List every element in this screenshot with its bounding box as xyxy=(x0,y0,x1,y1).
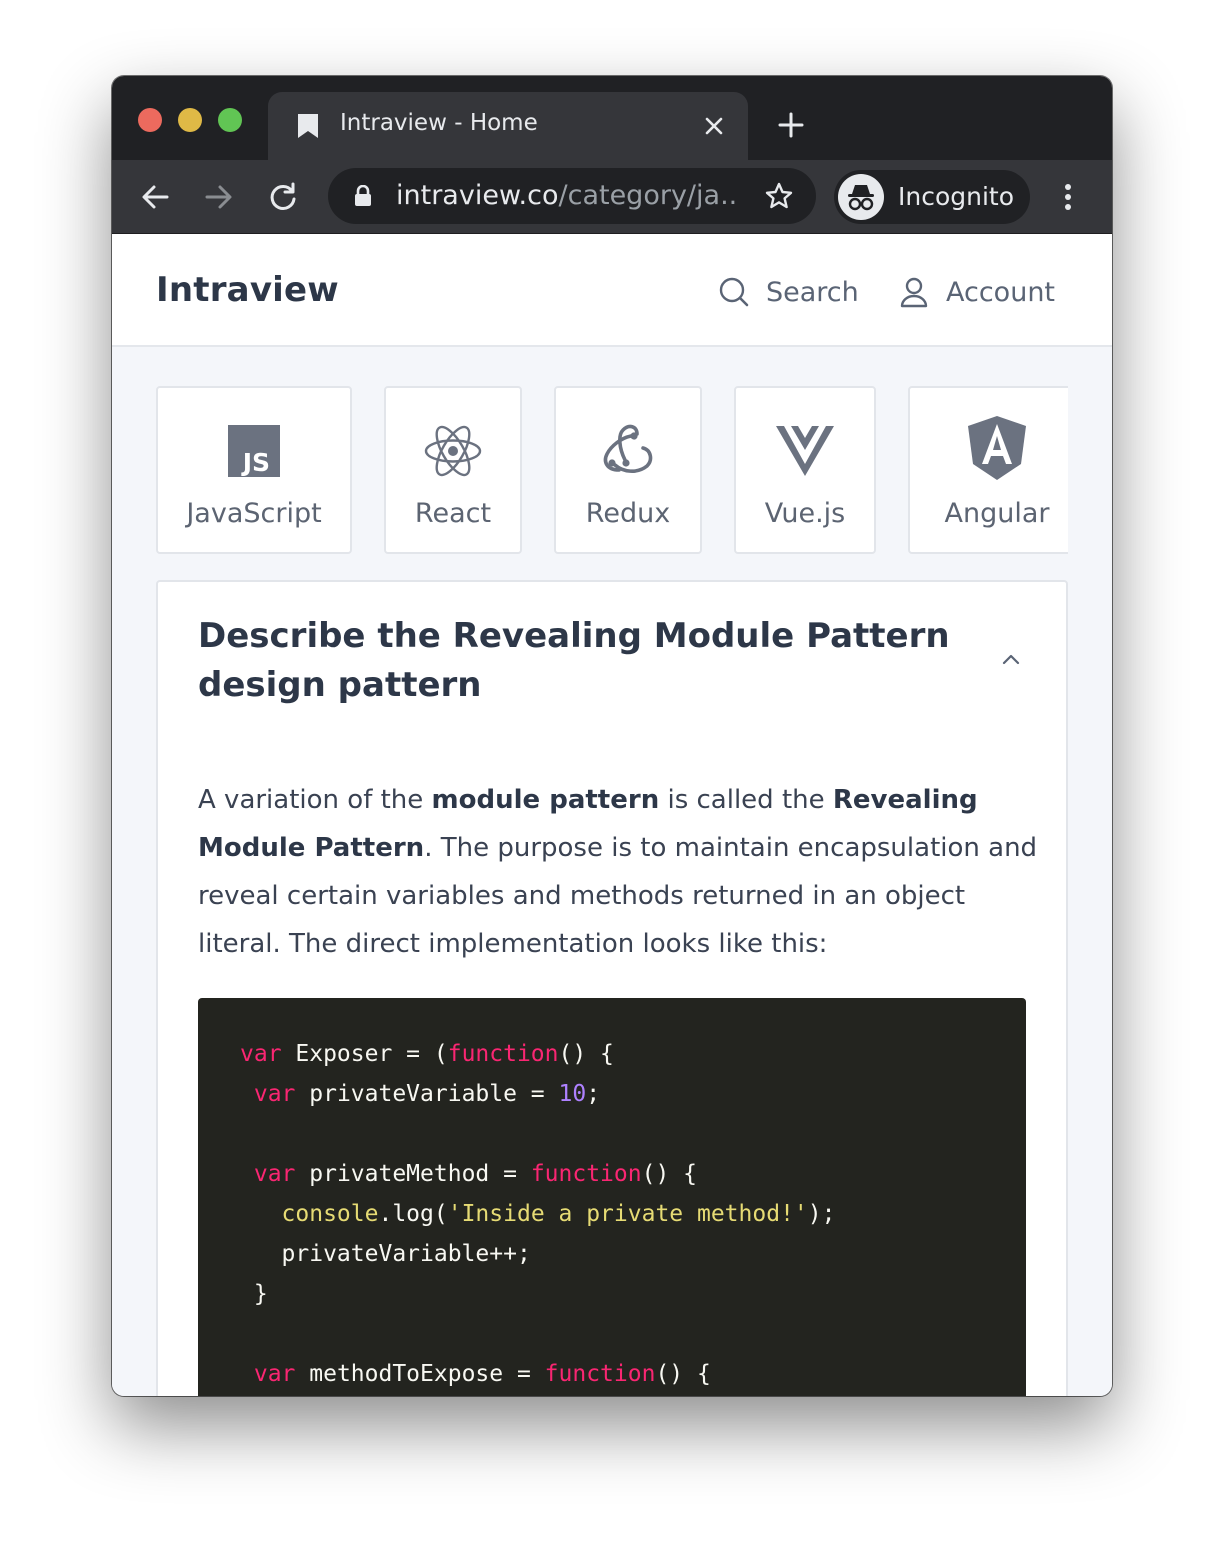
tab-title: Intraview - Home xyxy=(340,110,538,136)
url-text: intraview.co/category/ja... xyxy=(396,180,740,211)
angular-icon xyxy=(968,416,1026,480)
category-label: Redux xyxy=(585,498,671,529)
minimize-window-button[interactable] xyxy=(178,108,202,132)
reload-icon[interactable] xyxy=(268,182,298,212)
redux-icon xyxy=(603,424,653,473)
site-logo[interactable]: Intraview xyxy=(156,270,339,310)
category-redux[interactable]: Redux xyxy=(554,386,702,554)
code-line: console.log('Inside a private method!'); xyxy=(281,1201,836,1227)
answer-text: A variation of the module pattern is cal… xyxy=(198,785,1038,959)
code-line: } xyxy=(240,1281,268,1307)
tab-strip: Intraview - Home xyxy=(112,76,1112,160)
code-line: var Exposer = (function() { xyxy=(240,1041,614,1067)
incognito-avatar xyxy=(838,174,884,220)
javascript-icon: JS xyxy=(228,425,280,477)
svg-text:JS: JS xyxy=(241,448,270,477)
search-icon xyxy=(719,277,749,307)
incognito-profile-button[interactable]: Incognito xyxy=(834,170,1030,224)
react-icon xyxy=(424,425,482,477)
incognito-icon xyxy=(848,185,874,211)
category-vuejs[interactable]: Vue.js xyxy=(734,386,876,554)
address-bar[interactable]: intraview.co/category/ja... xyxy=(328,168,816,224)
category-react[interactable]: React xyxy=(384,386,522,554)
active-tab[interactable]: Intraview - Home xyxy=(268,92,748,160)
vuejs-icon xyxy=(776,426,834,476)
bookmark-star-icon[interactable] xyxy=(764,181,794,211)
code-line: privateVariable++; xyxy=(240,1241,531,1267)
category-label: Angular xyxy=(944,498,1050,529)
chevron-up-icon[interactable] xyxy=(1000,648,1022,670)
search-link[interactable]: Search xyxy=(718,272,859,312)
category-label: Vue.js xyxy=(764,498,846,529)
category-label: React xyxy=(414,498,492,529)
category-javascript[interactable]: JS JavaScript xyxy=(156,386,352,554)
back-icon[interactable] xyxy=(140,182,170,212)
code-line: var privateVariable = 10; xyxy=(253,1081,601,1107)
site-header: Intraview Search Account xyxy=(112,234,1112,347)
category-angular[interactable]: Angular xyxy=(908,386,1068,554)
new-tab-icon[interactable] xyxy=(778,112,804,138)
bookmark-icon xyxy=(298,114,318,138)
user-icon xyxy=(900,277,928,308)
close-window-button[interactable] xyxy=(138,108,162,132)
code-line: var methodToExpose = function() { xyxy=(253,1361,711,1387)
account-label: Account xyxy=(946,276,1056,308)
maximize-window-button[interactable] xyxy=(218,108,242,132)
incognito-label: Incognito xyxy=(898,182,1015,211)
category-label: JavaScript xyxy=(186,498,322,529)
question-title[interactable]: Describe the Revealing Module Pattern de… xyxy=(198,612,988,710)
browser-toolbar: intraview.co/category/ja... Incognito xyxy=(112,160,1112,234)
category-list: JS JavaScript React Redux Vue.js Angular xyxy=(156,386,1068,556)
question-card: Describe the Revealing Module Pattern de… xyxy=(156,580,1068,1396)
browser-window: Intraview - Home intraview.co/category/j… xyxy=(112,76,1112,1396)
account-link[interactable]: Account xyxy=(898,272,1055,312)
search-label: Search xyxy=(766,276,859,308)
page-content: Intraview Search Account JS JavaScript R… xyxy=(112,234,1112,1396)
forward-icon[interactable] xyxy=(204,182,234,212)
close-tab-icon[interactable] xyxy=(704,116,724,136)
code-line: var privateMethod = function() { xyxy=(253,1161,697,1187)
code-block: var Exposer = (function() { var privateV… xyxy=(198,998,1026,1396)
browser-menu-icon[interactable] xyxy=(1056,182,1080,212)
lock-icon xyxy=(355,185,371,206)
